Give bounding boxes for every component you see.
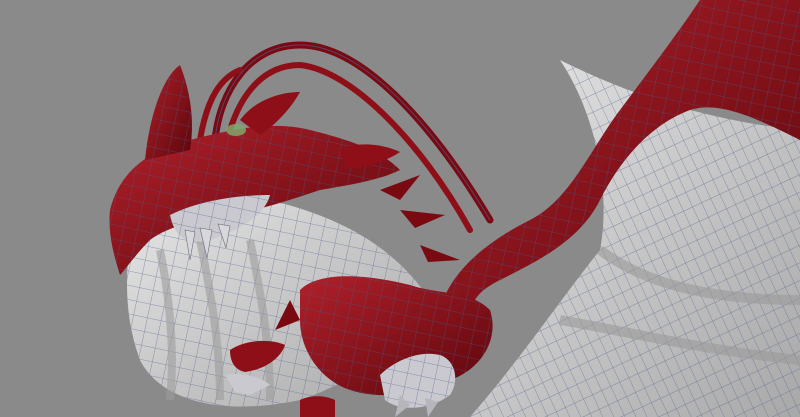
3d-viewport[interactable] <box>0 0 800 417</box>
dragon-render <box>0 0 800 417</box>
